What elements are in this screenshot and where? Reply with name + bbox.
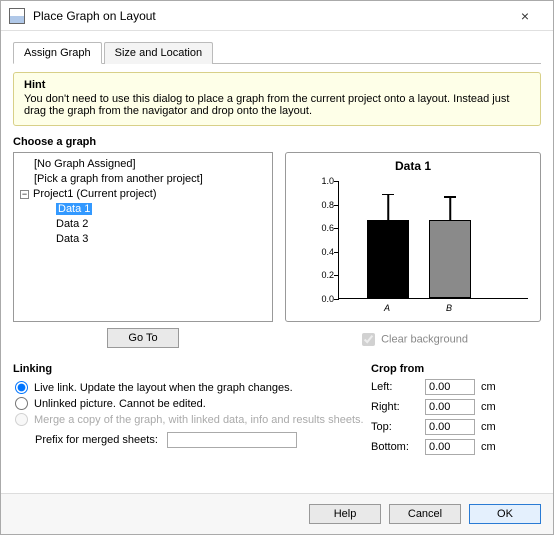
choose-row: [No Graph Assigned] [Pick a graph from a… [13,152,541,349]
radio-live-link-input[interactable] [15,381,28,394]
radio-unlinked[interactable]: Unlinked picture. Cannot be edited. [13,397,371,410]
prefix-row: Prefix for merged sheets: [13,432,371,448]
window-title: Place Graph on Layout [33,9,505,23]
x-tick-label: A [384,303,390,313]
prefix-input[interactable] [167,432,297,448]
collapse-icon[interactable]: − [20,190,29,199]
hint-title: Hint [24,79,530,91]
choose-graph-title: Choose a graph [13,136,541,148]
y-tick-label: 0.4 [321,247,334,257]
preview-title: Data 1 [286,159,540,173]
crop-left-unit: cm [481,381,505,393]
tab-assign-graph[interactable]: Assign Graph [13,42,102,64]
clear-background-checkbox [362,333,375,346]
titlebar: Place Graph on Layout × [1,1,553,31]
crop-top-label: Top: [371,421,419,433]
crop-top-unit: cm [481,421,505,433]
content-area: Assign Graph Size and Location Hint You … [1,31,553,455]
crop-left-input[interactable] [425,379,475,395]
crop-right-unit: cm [481,401,505,413]
crop-grid: Left: cm Right: cm Top: cm Bottom: cm [371,379,541,455]
y-tick-label: 0.8 [321,200,334,210]
tree-item-data2[interactable]: Data 2 [20,217,266,232]
crop-bottom-input[interactable] [425,439,475,455]
cancel-button[interactable]: Cancel [389,504,461,524]
hint-box: Hint You don't need to use this dialog t… [13,72,541,126]
y-tick-label: 1.0 [321,176,334,186]
ok-button[interactable]: OK [469,504,541,524]
crop-title: Crop from [371,363,541,375]
y-tick-label: 0.2 [321,270,334,280]
crop-right-label: Right: [371,401,419,413]
bar-B [429,180,471,298]
crop-right-input[interactable] [425,399,475,415]
clear-bg-row: Clear background [285,330,541,349]
help-button[interactable]: Help [309,504,381,524]
radio-merge-input [15,413,28,426]
graph-tree[interactable]: [No Graph Assigned] [Pick a graph from a… [13,152,273,322]
crop-section: Crop from Left: cm Right: cm Top: cm Bot… [371,363,541,455]
plot-area [338,181,528,299]
tab-size-location[interactable]: Size and Location [104,42,213,64]
app-icon [9,8,25,24]
graph-preview: Data 1 0.00.20.40.60.81.0 AB [285,152,541,322]
goto-button[interactable]: Go To [107,328,178,348]
dialog-footer: Help Cancel OK [1,493,553,534]
radio-merge: Merge a copy of the graph, with linked d… [13,413,371,426]
y-axis: 0.00.20.40.60.81.0 [310,181,338,301]
crop-bottom-label: Bottom: [371,441,419,453]
preview-column: Data 1 0.00.20.40.60.81.0 AB Clear backg… [285,152,541,349]
x-tick-label: B [446,303,452,313]
bar-A [367,180,409,298]
radio-unlinked-input[interactable] [15,397,28,410]
tree-pick-other[interactable]: [Pick a graph from another project] [20,172,266,187]
tree-column: [No Graph Assigned] [Pick a graph from a… [13,152,273,349]
tree-no-graph[interactable]: [No Graph Assigned] [20,157,266,172]
y-tick-label: 0.0 [321,294,334,304]
crop-bottom-unit: cm [481,441,505,453]
y-tick-label: 0.6 [321,223,334,233]
tab-strip: Assign Graph Size and Location [13,41,541,64]
x-axis-labels: AB [338,303,528,317]
close-icon[interactable]: × [505,8,545,24]
tree-item-data1[interactable]: Data 1 [20,202,266,217]
tree-item-data3[interactable]: Data 3 [20,232,266,247]
crop-left-label: Left: [371,381,419,393]
tree-project[interactable]: −Project1 (Current project) [20,187,266,202]
radio-live-link[interactable]: Live link. Update the layout when the gr… [13,381,371,394]
linking-section: Linking Live link. Update the layout whe… [13,363,371,455]
hint-body: You don't need to use this dialog to pla… [24,93,530,117]
lower-row: Linking Live link. Update the layout whe… [13,363,541,455]
linking-title: Linking [13,363,371,375]
clear-background-label: Clear background [381,333,468,345]
crop-top-input[interactable] [425,419,475,435]
chart-area: 0.00.20.40.60.81.0 AB [310,181,528,301]
dialog-window: Place Graph on Layout × Assign Graph Siz… [0,0,554,535]
prefix-label: Prefix for merged sheets: [35,434,158,446]
goto-row: Go To [13,328,273,348]
